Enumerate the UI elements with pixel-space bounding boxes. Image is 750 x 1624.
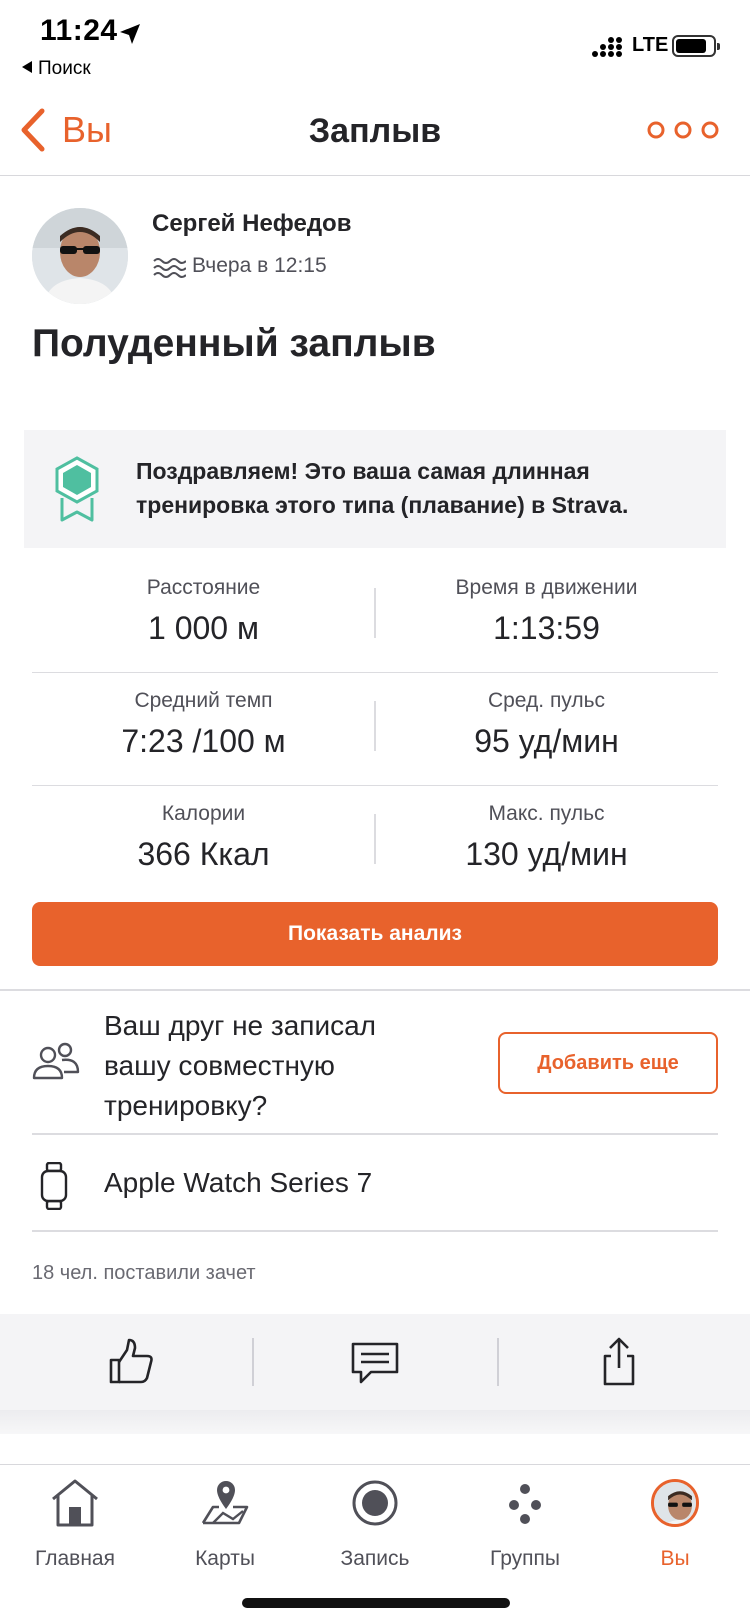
athlete-name[interactable]: Сергей Нефедов bbox=[152, 210, 351, 238]
tab-label: Карты bbox=[195, 1547, 255, 1570]
divider bbox=[32, 1230, 718, 1232]
nav-header: Вы Заплыв bbox=[0, 84, 750, 176]
stat-avg-pace: Средний темп 7:23 /100 м bbox=[32, 673, 375, 786]
badge-icon bbox=[55, 456, 99, 522]
friend-prompt-text: Ваш друг не записал вашу совместную трен… bbox=[104, 1010, 377, 1121]
tab-label: Главная bbox=[35, 1547, 115, 1570]
home-icon bbox=[52, 1479, 98, 1527]
back-app-label: Поиск bbox=[38, 58, 91, 79]
share-icon bbox=[603, 1337, 635, 1386]
profile-photo bbox=[654, 1482, 696, 1524]
status-bar: 11:24 Поиск LTE bbox=[0, 0, 750, 84]
back-to-app-link[interactable]: Поиск bbox=[22, 58, 91, 80]
stat-distance: Расстояние 1 000 м bbox=[32, 560, 375, 673]
tab-label: Запись bbox=[340, 1547, 410, 1570]
home-indicator bbox=[242, 1598, 510, 1608]
stat-value: 1:13:59 bbox=[493, 610, 600, 646]
tab-label: Вы bbox=[660, 1547, 690, 1570]
group-people-icon bbox=[32, 1042, 80, 1080]
stat-label: Макс. пульс bbox=[488, 802, 605, 825]
stat-avg-heart-rate: Сред. пульс 95 уд/мин bbox=[375, 673, 718, 786]
stat-label: Средний темп bbox=[134, 689, 273, 712]
kudos-count[interactable]: 18 чел. поставили зачет bbox=[32, 1262, 256, 1285]
stat-moving-time: Время в движении 1:13:59 bbox=[375, 560, 718, 673]
athlete-photo bbox=[32, 208, 128, 304]
tab-home[interactable]: Главная bbox=[0, 1477, 150, 1577]
stat-label: Калории bbox=[161, 802, 246, 825]
achievement-text: Поздравляем! Это ваша самая длинная трен… bbox=[136, 458, 629, 518]
activity-meta: Вчера в 12:15 bbox=[152, 252, 327, 280]
tab-record[interactable]: Запись bbox=[300, 1477, 450, 1577]
back-triangle-icon bbox=[22, 61, 32, 73]
stats-row: Калории 366 Ккал Макс. пульс 130 уд/мин bbox=[32, 786, 718, 899]
stat-value: 130 уд/мин bbox=[465, 836, 628, 872]
stats-row: Средний темп 7:23 /100 м Сред. пульс 95 … bbox=[32, 673, 718, 786]
status-time: 11:24 bbox=[40, 14, 118, 47]
comment-button[interactable] bbox=[250, 1314, 500, 1410]
section-gap bbox=[0, 1410, 750, 1434]
stat-value: 7:23 /100 м bbox=[121, 723, 286, 759]
page-title: Заплыв bbox=[308, 112, 442, 150]
battery-icon bbox=[672, 35, 720, 57]
stat-label: Время в движении bbox=[455, 576, 638, 599]
tab-maps[interactable]: Карты bbox=[150, 1477, 300, 1577]
stats-grid: Расстояние 1 000 м Время в движении 1:13… bbox=[32, 560, 718, 899]
swim-icon bbox=[153, 258, 186, 278]
stat-label: Сред. пульс bbox=[487, 689, 606, 712]
record-icon bbox=[352, 1480, 398, 1526]
tab-groups[interactable]: Группы bbox=[450, 1477, 600, 1577]
stat-calories: Калории 366 Ккал bbox=[32, 786, 375, 899]
stat-max-heart-rate: Макс. пульс 130 уд/мин bbox=[375, 786, 718, 899]
stat-value: 366 Ккал bbox=[137, 836, 270, 872]
athlete-avatar[interactable] bbox=[32, 208, 128, 304]
divider bbox=[0, 989, 750, 991]
device-name[interactable]: Apple Watch Series 7 bbox=[104, 1167, 372, 1199]
activity-title: Полуденный заплыв bbox=[32, 322, 436, 365]
groups-icon bbox=[509, 1484, 541, 1524]
stat-label: Расстояние bbox=[146, 576, 261, 599]
divider bbox=[32, 1133, 718, 1135]
cellular-signal-icon bbox=[592, 37, 622, 57]
network-type: LTE bbox=[632, 34, 669, 56]
stat-value: 1 000 м bbox=[148, 610, 259, 646]
share-button[interactable] bbox=[494, 1314, 744, 1410]
stat-value: 95 уд/мин bbox=[474, 723, 619, 759]
show-analysis-button[interactable]: Показать анализ bbox=[32, 902, 718, 966]
watch-icon bbox=[40, 1162, 68, 1210]
map-icon bbox=[201, 1481, 249, 1525]
achievement-banner: Поздравляем! Это ваша самая длинная трен… bbox=[24, 430, 726, 548]
activity-time: Вчера в 12:15 bbox=[192, 254, 327, 277]
tab-label: Группы bbox=[490, 1547, 560, 1570]
comment-icon bbox=[351, 1342, 399, 1384]
add-more-button[interactable]: Добавить еще bbox=[498, 1032, 718, 1094]
stats-row: Расстояние 1 000 м Время в движении 1:13… bbox=[32, 560, 718, 673]
thumbs-up-icon bbox=[109, 1338, 153, 1384]
tab-you[interactable]: Вы bbox=[600, 1477, 750, 1577]
more-options-icon[interactable] bbox=[646, 120, 720, 140]
avatar bbox=[651, 1479, 699, 1527]
social-action-bar bbox=[0, 1314, 750, 1410]
location-arrow-icon bbox=[120, 24, 140, 44]
kudos-button[interactable] bbox=[6, 1314, 256, 1410]
